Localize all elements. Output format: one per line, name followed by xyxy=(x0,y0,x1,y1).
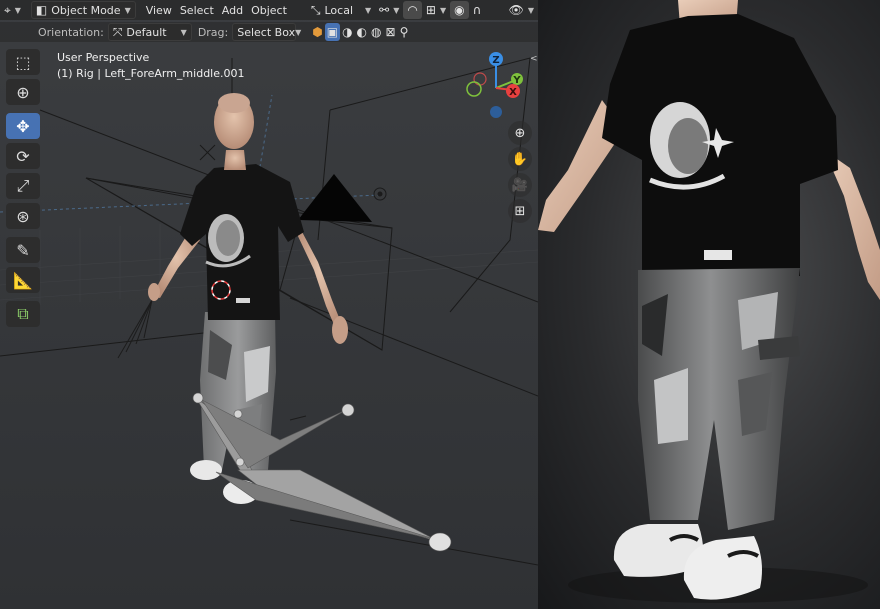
drag-dropdown[interactable]: Select Box ▼ xyxy=(232,23,301,41)
rendered-shading-icon: ◍ xyxy=(371,25,382,39)
object-mode-icon: ◧ xyxy=(35,3,48,17)
shading-material-button[interactable]: ◐ xyxy=(355,23,369,41)
cursor-tool[interactable]: ⊕ xyxy=(6,79,40,105)
solid-shading-icon: ◑ xyxy=(342,25,353,39)
snap-increment-icon: ⊞ xyxy=(425,3,436,17)
gizmo-toggle[interactable]: ⬢ xyxy=(310,23,324,41)
chevron-down-icon: ▼ xyxy=(124,5,131,15)
annotate-tool[interactable]: ✎ xyxy=(6,237,40,263)
grid-icon: ⊞ xyxy=(514,203,526,219)
drag-label: Drag: xyxy=(197,25,229,39)
gizmo-x-label: X xyxy=(509,87,517,98)
visibility-button[interactable]: 👁 ▼ xyxy=(505,1,538,19)
transform-space-label: Local xyxy=(324,3,354,17)
transform-tool[interactable]: ⊛ xyxy=(6,203,40,229)
render-preview xyxy=(538,0,880,609)
cursor-icon: ⊕ xyxy=(16,82,30,102)
falloff-button[interactable]: ∩ xyxy=(469,1,486,19)
chevron-down-icon: ▼ xyxy=(439,5,447,15)
camera-triangle[interactable] xyxy=(298,174,372,222)
tool-settings-bar: Orientation: ⤧ Default ▼ Drag: Select Bo… xyxy=(0,22,538,42)
snap-target-button[interactable]: ⊞ ▼ xyxy=(422,1,450,19)
chevron-down-icon: ▼ xyxy=(527,5,534,15)
perspective-label: User Perspective xyxy=(57,51,150,64)
render-image xyxy=(538,0,880,603)
gizmo-y-label: Y xyxy=(512,75,521,86)
viewport-header: ⌖ ▼ ◧ Object Mode ▼ View Select Add Objec… xyxy=(0,0,538,20)
wireframe-icon: ▣ xyxy=(326,25,339,39)
camera-view-button[interactable]: 🎥 xyxy=(508,173,532,197)
navigation-gizmo[interactable]: Z Y X xyxy=(460,48,532,122)
foot-ik-rig[interactable] xyxy=(192,392,452,552)
editor-type-button[interactable]: ⌖ ▼ xyxy=(0,1,25,19)
shading-solid-button[interactable]: ◑ xyxy=(340,23,354,41)
zoom-button[interactable]: ⊕ xyxy=(508,121,532,145)
mode-dropdown[interactable]: ◧ Object Mode ▼ xyxy=(30,1,136,19)
orientation-value: Default xyxy=(126,25,167,39)
menu-select[interactable]: Select xyxy=(176,1,218,19)
chevron-down-icon: ▼ xyxy=(295,27,302,37)
shading-rendered-button[interactable]: ◍ xyxy=(369,23,383,41)
link-icon: ⚯ xyxy=(379,3,390,17)
add-cube-icon: ⧉ xyxy=(17,304,29,323)
menu-view[interactable]: View xyxy=(142,1,176,19)
select-icon: ⬚ xyxy=(15,52,31,72)
scale-icon: ⤢ xyxy=(16,176,30,195)
rotate-icon: ⟳ xyxy=(16,146,30,166)
pivot-button[interactable]: ⚯ ▼ xyxy=(375,1,403,19)
add-cube-tool[interactable]: ⧉ xyxy=(6,301,40,327)
transform-icon: ⊛ xyxy=(16,206,30,226)
overlay-icon: ⊠ xyxy=(385,25,396,39)
left-toolbar: ⬚ ⊕ ✥ ⟳ ⤢ ⊛ ✎ 📐 ⧉ xyxy=(6,49,42,331)
select-box-tool[interactable]: ⬚ xyxy=(6,49,40,75)
menu-add[interactable]: Add xyxy=(218,1,247,19)
snap-toggle[interactable]: ◠ xyxy=(403,1,422,19)
search-button[interactable]: ⚲ xyxy=(398,23,411,41)
orientation-dropdown[interactable]: ⤧ Default ▼ xyxy=(107,23,192,41)
proportional-icon: ◉ xyxy=(454,3,465,17)
3d-viewport[interactable]: ⌖ ▼ ◧ Object Mode ▼ View Select Add Objec… xyxy=(0,0,538,609)
orientation-label: Orientation: xyxy=(38,25,104,39)
sidebar-toggle-arrow[interactable]: < xyxy=(530,54,538,64)
transform-space-dropdown[interactable]: ⤡ Local ▼ xyxy=(307,1,375,19)
menu-object[interactable]: Object xyxy=(247,1,291,19)
magnet-icon: ◠ xyxy=(407,3,418,17)
zoom-icon: ⊕ xyxy=(514,125,526,141)
annotate-icon: ✎ xyxy=(16,240,30,260)
shading-wireframe-toggle[interactable]: ▣ xyxy=(324,23,341,41)
search-icon: ⚲ xyxy=(399,25,409,39)
chevron-down-icon: ▼ xyxy=(180,27,187,37)
falloff-curve-icon: ∩ xyxy=(472,3,482,17)
proportional-edit-toggle[interactable]: ◉ xyxy=(450,1,469,19)
chevron-down-icon: ▼ xyxy=(14,5,21,15)
transform-axes-icon: ⤡ xyxy=(310,3,321,17)
eye-icon: 👁 xyxy=(508,3,524,17)
viewport-info: User Perspective (1) Rig | Left_ForeArm_… xyxy=(57,50,245,82)
move-icon: ✥ xyxy=(16,116,30,136)
material-shading-icon: ◐ xyxy=(356,25,368,39)
measure-icon: 📐 xyxy=(13,270,33,290)
measure-tool[interactable]: 📐 xyxy=(6,267,40,293)
object-info-label: (1) Rig | Left_ForeArm_middle.001 xyxy=(57,67,245,80)
view3d-icon: ⌖ xyxy=(4,3,11,17)
viewport-scene[interactable] xyxy=(0,0,538,609)
mode-label: Object Mode xyxy=(51,3,121,17)
scale-tool[interactable]: ⤢ xyxy=(6,173,40,199)
ortho-toggle-button[interactable]: ⊞ xyxy=(508,199,532,223)
orientation-icon: ⤧ xyxy=(112,25,123,39)
light-object[interactable] xyxy=(373,187,387,201)
pan-button[interactable]: ✋ xyxy=(508,147,532,171)
move-tool[interactable]: ✥ xyxy=(6,113,40,139)
drag-value: Select Box xyxy=(237,25,296,39)
gizmo-icon: ⬢ xyxy=(312,25,323,39)
overlay-button[interactable]: ⊠ xyxy=(384,23,398,41)
hand-icon: ✋ xyxy=(511,151,529,167)
rotate-tool[interactable]: ⟳ xyxy=(6,143,40,169)
gizmo-z-label: Z xyxy=(492,55,499,66)
chevron-down-icon: ▼ xyxy=(365,5,372,15)
camera-icon: 🎥 xyxy=(511,177,529,193)
chevron-down-icon: ▼ xyxy=(393,5,400,15)
